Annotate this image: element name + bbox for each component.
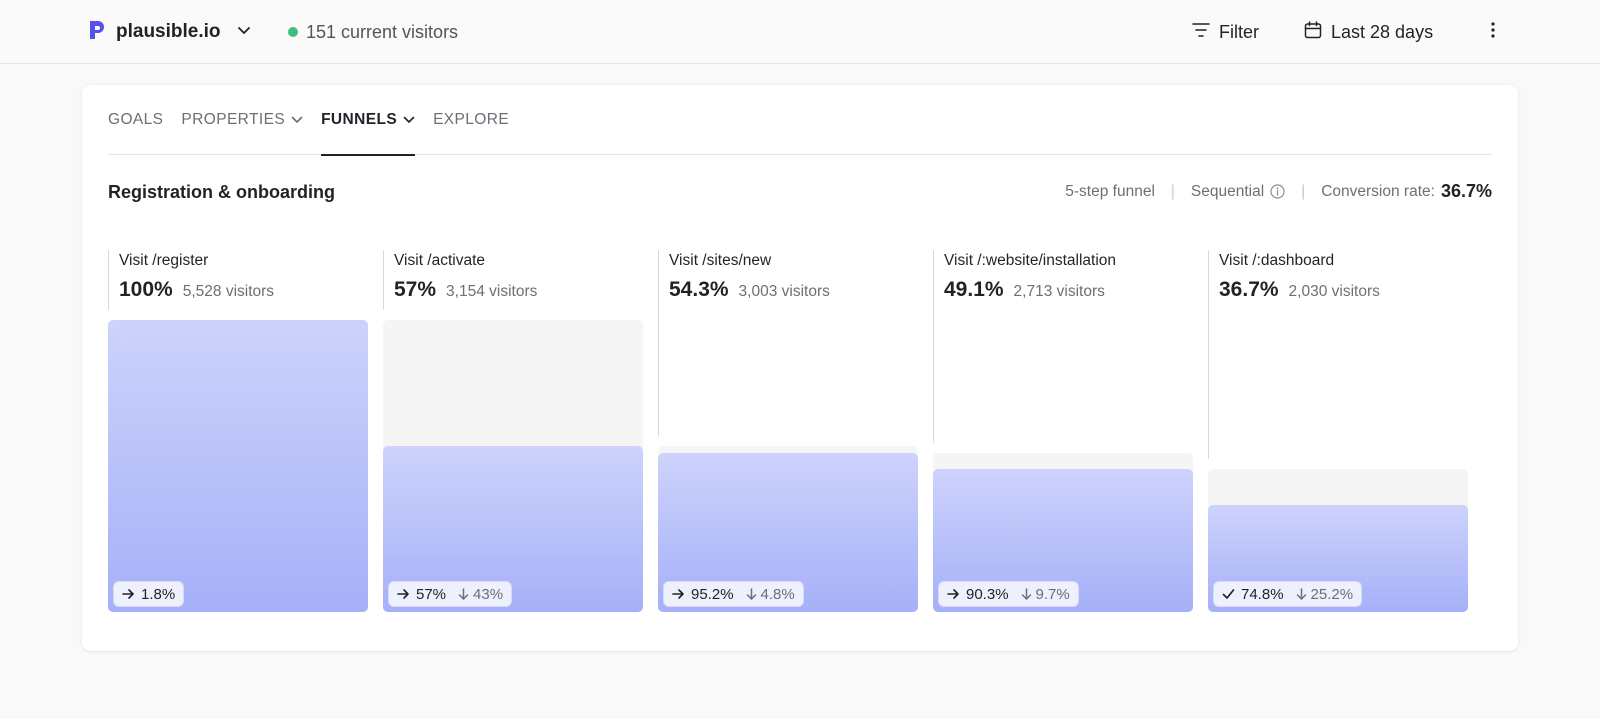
step-conversion-value: 95.2% [691, 585, 734, 603]
arrow-right-icon [122, 588, 135, 600]
tab-explore[interactable]: EXPLORE [433, 85, 509, 155]
step-stats: 100% 5,528 visitors [119, 278, 274, 302]
step-name: Visit /sites/new [669, 252, 772, 269]
tab-label: FUNNELS [321, 111, 398, 128]
step-divider [933, 250, 934, 444]
meta-separator: | [1170, 182, 1175, 200]
step-dropoff: 4.8% [746, 586, 795, 603]
step-divider [1208, 250, 1209, 459]
step-name: Visit /:website/installation [944, 252, 1117, 269]
check-icon [1222, 588, 1235, 600]
step-conversion-value: 90.3% [966, 585, 1009, 603]
arrow-down-icon [1296, 587, 1307, 601]
step-conversion-badge: 95.2% 4.8% [663, 581, 804, 607]
step-conversion-value: 57% [416, 585, 447, 603]
info-icon[interactable] [1270, 184, 1285, 199]
current-visitors[interactable]: 151 current visitors [288, 18, 458, 46]
step-conversion-value: 74.8% [1241, 585, 1284, 603]
step-dropoff-value: 9.7% [1035, 585, 1070, 603]
step-visitors: 3,154 visitors [446, 283, 538, 300]
step-visitors: 2,030 visitors [1288, 283, 1380, 300]
funnel-meta: 5-step funnel | Sequential | Conversion … [1065, 181, 1492, 202]
current-visitors-label: 151 current visitors [306, 21, 459, 42]
report-tabs: GOALS PROPERTIES FUNNELS EXPLORE [108, 85, 1492, 156]
more-menu-button[interactable] [1485, 20, 1501, 44]
step-dropoff: 25.2% [1296, 585, 1354, 603]
step-name: Visit /activate [394, 252, 486, 269]
period-picker[interactable]: Last 28 days [1304, 18, 1433, 46]
top-bar: plausible.io 151 current visitors Filter… [0, 0, 1600, 64]
step-name: Visit /register [119, 252, 209, 269]
filter-icon [1192, 22, 1210, 43]
kebab-menu-icon [1491, 21, 1495, 43]
step-dropoff: 9.7% [1021, 586, 1070, 603]
step-name: Visit /:dashboard [1219, 252, 1335, 269]
arrow-down-icon [746, 587, 757, 601]
step-percent: 54.3% [669, 278, 729, 301]
plausible-logo-icon [88, 19, 106, 46]
step-visitors: 2,713 visitors [1013, 283, 1105, 300]
step-conversion-value: 1.8% [141, 585, 176, 603]
step-visitors: 5,528 visitors [182, 283, 275, 300]
meta-separator: | [1301, 182, 1306, 200]
funnel-mode: Sequential [1190, 182, 1265, 200]
chevron-down-icon [237, 23, 251, 41]
step-percent: 100% [119, 278, 173, 301]
calendar-icon [1304, 20, 1322, 44]
step-dropoff-value: 25.2% [1310, 585, 1354, 603]
funnel-steps-count: 5-step funnel [1065, 182, 1155, 200]
tab-label: GOALS [108, 111, 164, 128]
tab-label: PROPERTIES [181, 111, 286, 128]
step-conversion-badge: 1.8% [113, 581, 185, 607]
conversion-rate-label: Conversion rate: [1321, 182, 1435, 200]
step-conversion-badge: 74.8% 25.2% [1213, 581, 1363, 607]
step-stats: 36.7% 2,030 visitors [1219, 278, 1380, 302]
conversion-rate-value: 36.7% [1440, 181, 1492, 201]
period-label: Last 28 days [1331, 21, 1434, 42]
step-percent: 49.1% [944, 278, 1004, 301]
arrow-right-icon [397, 588, 410, 600]
step-divider [108, 250, 109, 310]
step-dropoff: 43% [458, 586, 503, 603]
tab-funnels[interactable]: FUNNELS [321, 85, 416, 156]
tab-label: EXPLORE [433, 111, 510, 128]
chevron-down-icon [403, 111, 415, 129]
step-visitors: 3,003 visitors [738, 283, 830, 300]
arrow-right-icon [947, 588, 960, 600]
chevron-down-icon [291, 111, 303, 129]
step-stats: 54.3% 3,003 visitors [669, 278, 830, 302]
step-percent: 36.7% [1219, 278, 1279, 301]
step-conversion-badge: 57% 43% [388, 581, 513, 607]
step-dropoff-value: 4.8% [760, 585, 795, 603]
arrow-down-icon [1021, 587, 1032, 601]
step-dropoff-value: 43% [473, 585, 504, 603]
live-dot-icon [288, 27, 298, 37]
step-divider [383, 250, 384, 310]
step-stats: 49.1% 2,713 visitors [944, 278, 1105, 302]
tab-goals[interactable]: GOALS [108, 85, 163, 155]
step-bar[interactable] [108, 320, 368, 612]
site-name: plausible.io [116, 21, 221, 42]
step-stats: 57% 3,154 visitors [394, 278, 537, 302]
site-switcher[interactable]: plausible.io [88, 18, 251, 46]
funnel-card: GOALS PROPERTIES FUNNELS EXPLORE Registrati… [82, 85, 1518, 651]
arrow-down-icon [458, 587, 469, 601]
tab-properties[interactable]: PROPERTIES [181, 85, 303, 155]
arrow-right-icon [672, 588, 685, 600]
step-divider [658, 250, 659, 436]
filter-button[interactable]: Filter [1192, 18, 1259, 46]
step-conversion-badge: 90.3% 9.7% [938, 581, 1079, 607]
funnel-title: Registration & onboarding [108, 182, 335, 202]
filter-label: Filter [1219, 21, 1259, 42]
step-percent: 57% [394, 278, 437, 301]
